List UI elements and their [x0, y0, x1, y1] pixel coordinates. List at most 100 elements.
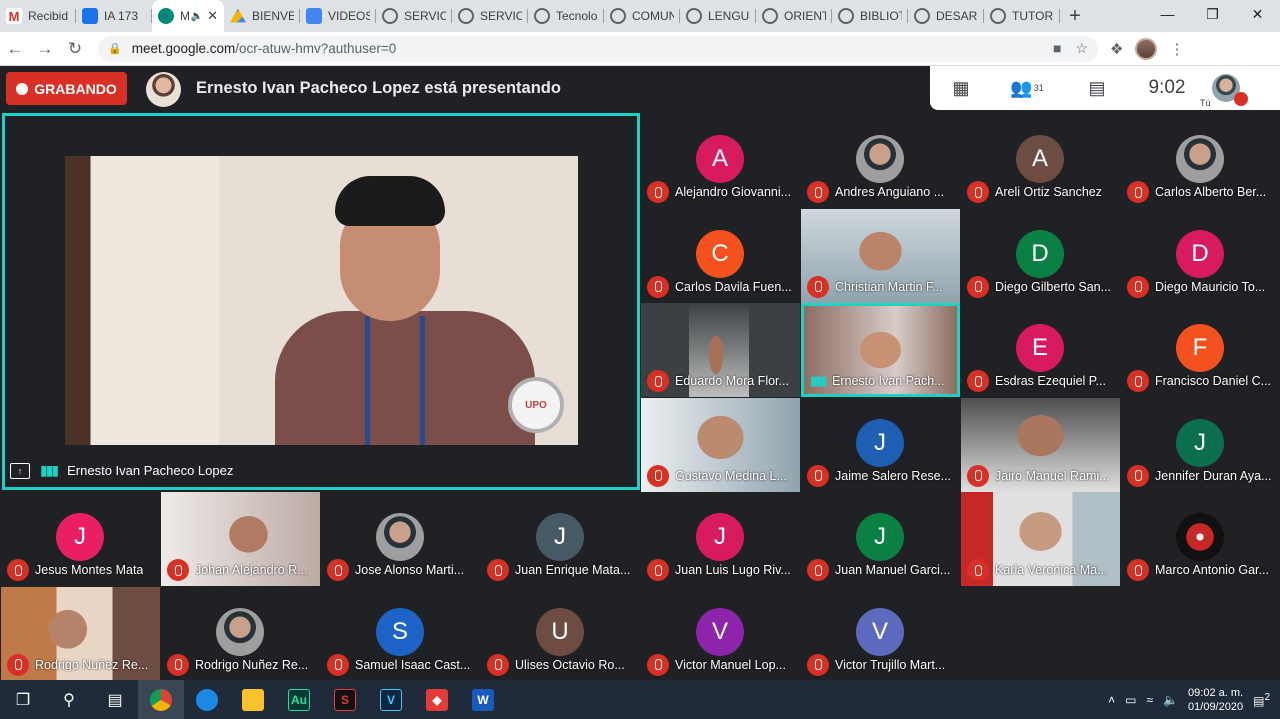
participant-tile[interactable]: U Ulises Octavio Ro...: [481, 586, 640, 681]
task-view-icon[interactable]: ▤: [92, 680, 138, 719]
browser-tab[interactable]: M 🔈 ✕: [152, 0, 224, 32]
camera-icon[interactable]: ■: [1053, 40, 1061, 57]
participant-label: Johan Alejandro R...: [167, 559, 316, 581]
chrome-taskbar-icon[interactable]: [138, 680, 184, 719]
edge-taskbar-icon[interactable]: [184, 680, 230, 719]
word-taskbar-icon[interactable]: W: [460, 680, 506, 719]
participant-tile[interactable]: C Carlos Davila Fuen...: [641, 208, 800, 303]
browser-tab[interactable]: M Recibid: [0, 0, 76, 32]
participant-label: Christian Martin F...: [807, 275, 956, 298]
participant-tile[interactable]: J Jennifer Duran Aya...: [1121, 397, 1280, 492]
chat-icon[interactable]: ▤: [1062, 78, 1132, 99]
participants-button[interactable]: 👥 31: [992, 78, 1062, 99]
participant-tile[interactable]: D Diego Gilberto San...: [961, 208, 1120, 303]
browser-tab[interactable]: ORIENT: [756, 0, 832, 32]
participant-tile[interactable]: J Juan Manuel Garci...: [801, 492, 960, 586]
participant-name: Christian Martin F...: [835, 279, 943, 294]
browser-tab[interactable]: SERVICI: [452, 0, 528, 32]
meet-icon: [158, 8, 174, 24]
taskbar-clock[interactable]: 09:02 a. m. 01/09/2020: [1188, 686, 1243, 714]
participant-tile[interactable]: Marco Antonio Gar...: [1121, 492, 1280, 586]
windows-start-icon[interactable]: ❐: [0, 680, 46, 719]
participant-tile[interactable]: S Samuel Isaac Cast...: [321, 586, 480, 681]
new-tab-button[interactable]: +: [1060, 0, 1090, 32]
minimize-icon[interactable]: —: [1145, 0, 1190, 28]
mic-off-icon: [967, 559, 989, 581]
tab-title: Recibid: [28, 9, 69, 23]
participant-tile[interactable]: V Victor Trujillo Mart...: [801, 586, 960, 681]
browser-tab[interactable]: VIDEOS: [300, 0, 376, 32]
browser-tab[interactable]: LENGU: [680, 0, 756, 32]
battery-icon[interactable]: ▭: [1125, 693, 1136, 707]
file-explorer-icon[interactable]: [230, 680, 276, 719]
meeting-clock: 9:02: [1132, 77, 1202, 99]
speaking-indicator-icon: ▮▮▮: [40, 462, 59, 478]
participant-tile[interactable]: F Francisco Daniel C...: [1121, 303, 1280, 397]
participant-name: Juan Enrique Mata...: [515, 563, 631, 577]
participant-tile[interactable]: Christian Martin F...: [801, 208, 960, 303]
participant-tile[interactable]: J Jesus Montes Mata: [1, 492, 160, 586]
app-v-taskbar-icon[interactable]: V: [368, 680, 414, 719]
participant-label: Juan Manuel Garci...: [807, 559, 956, 581]
participant-tile[interactable]: E Esdras Ezequiel P...: [961, 303, 1120, 397]
participant-avatar: V: [696, 607, 744, 656]
browser-tab[interactable]: IA 173: [76, 0, 152, 32]
menu-kebab-icon[interactable]: ⋮: [1169, 40, 1184, 58]
tab-audio-icon[interactable]: 🔈: [191, 11, 203, 22]
participant-tile[interactable]: A Alejandro Giovanni...: [641, 114, 800, 208]
maximize-icon[interactable]: ❐: [1190, 0, 1235, 28]
browser-tab[interactable]: BIBLIOT: [832, 0, 908, 32]
audition-taskbar-icon[interactable]: Au: [276, 680, 322, 719]
participant-tile[interactable]: A Areli Ortiz Sanchez: [961, 114, 1120, 208]
notifications-icon[interactable]: ▤2: [1253, 692, 1270, 708]
participant-tile[interactable]: Carlos Alberto Ber...: [1121, 114, 1280, 208]
browser-tab[interactable]: Tecnolo: [528, 0, 604, 32]
close-window-icon[interactable]: ✕: [1235, 0, 1280, 28]
close-tab-icon[interactable]: ✕: [207, 8, 218, 24]
back-button[interactable]: ←: [0, 34, 30, 64]
browser-tab[interactable]: DESARI: [908, 0, 984, 32]
participant-label: Jairo Manuel Rami...: [967, 464, 1116, 487]
participant-tile[interactable]: Jose Alonso Marti...: [321, 492, 480, 586]
participant-name: Jaime Salero Rese...: [835, 468, 952, 483]
wifi-icon[interactable]: ≈: [1146, 693, 1153, 707]
participant-label: Juan Luis Lugo Riv...: [647, 559, 796, 581]
participant-label: Carlos Alberto Ber...: [1127, 181, 1276, 203]
self-view[interactable]: Tú: [1200, 68, 1248, 108]
search-icon[interactable]: ⚲: [46, 680, 92, 719]
extensions-icon[interactable]: ❖: [1110, 40, 1123, 58]
participant-tile[interactable]: Johan Alejandro R...: [161, 492, 320, 586]
browser-tab[interactable]: SERVICI: [376, 0, 452, 32]
participant-tile[interactable]: ▮▮▮ Ernesto Ivan Pach...: [801, 303, 960, 397]
volume-icon[interactable]: 🔈: [1163, 693, 1178, 707]
address-bar[interactable]: 🔒 meet.google.com /ocr-atuw-hmv?authuser…: [98, 35, 1098, 62]
browser-tab[interactable]: COMUN: [604, 0, 680, 32]
participant-tile[interactable]: J Juan Enrique Mata...: [481, 492, 640, 586]
participant-tile[interactable]: Jairo Manuel Rami...: [961, 397, 1120, 492]
participant-tile[interactable]: J Juan Luis Lugo Riv...: [641, 492, 800, 586]
chevron-up-icon[interactable]: ˄: [1108, 693, 1115, 707]
participant-tile[interactable]: Karla Veronica Ma...: [961, 492, 1120, 586]
presentation-tile[interactable]: UPO ↑ ▮▮▮ Ernesto Ivan Pacheco Lopez: [2, 113, 640, 490]
participant-tile[interactable]: Rodrigo Nuñez Re...: [161, 586, 320, 681]
forward-button[interactable]: →: [30, 34, 60, 64]
participant-tile[interactable]: J Jaime Salero Rese...: [801, 397, 960, 492]
participant-label: Diego Gilberto San...: [967, 275, 1116, 298]
participant-tile[interactable]: Andres Anguiano ...: [801, 114, 960, 208]
participant-tile[interactable]: Eduardo Mora Flor...: [641, 303, 800, 397]
layout-grid-icon[interactable]: ▦: [930, 78, 992, 99]
participant-tile[interactable]: D Diego Mauricio To...: [1121, 208, 1280, 303]
globe-icon: [762, 8, 778, 24]
system-tray: ˄ ▭ ≈ 🔈 09:02 a. m. 01/09/2020 ▤2: [1108, 686, 1280, 714]
browser-tab[interactable]: TUTORI: [984, 0, 1060, 32]
browser-tab[interactable]: BIENVE: [224, 0, 300, 32]
reload-button[interactable]: ↻: [60, 34, 90, 64]
app-s-taskbar-icon[interactable]: S: [322, 680, 368, 719]
participant-tile[interactable]: Gustavo Medina L...: [641, 397, 800, 492]
participant-tile[interactable]: Rodrigo Nuñez Re...: [1, 586, 160, 681]
lock-icon[interactable]: 🔒: [108, 42, 122, 55]
bookmark-star-icon[interactable]: ☆: [1075, 40, 1088, 57]
participant-tile[interactable]: V Victor Manuel Lop...: [641, 586, 800, 681]
app-red-taskbar-icon[interactable]: ◆: [414, 680, 460, 719]
profile-avatar[interactable]: [1135, 37, 1158, 60]
